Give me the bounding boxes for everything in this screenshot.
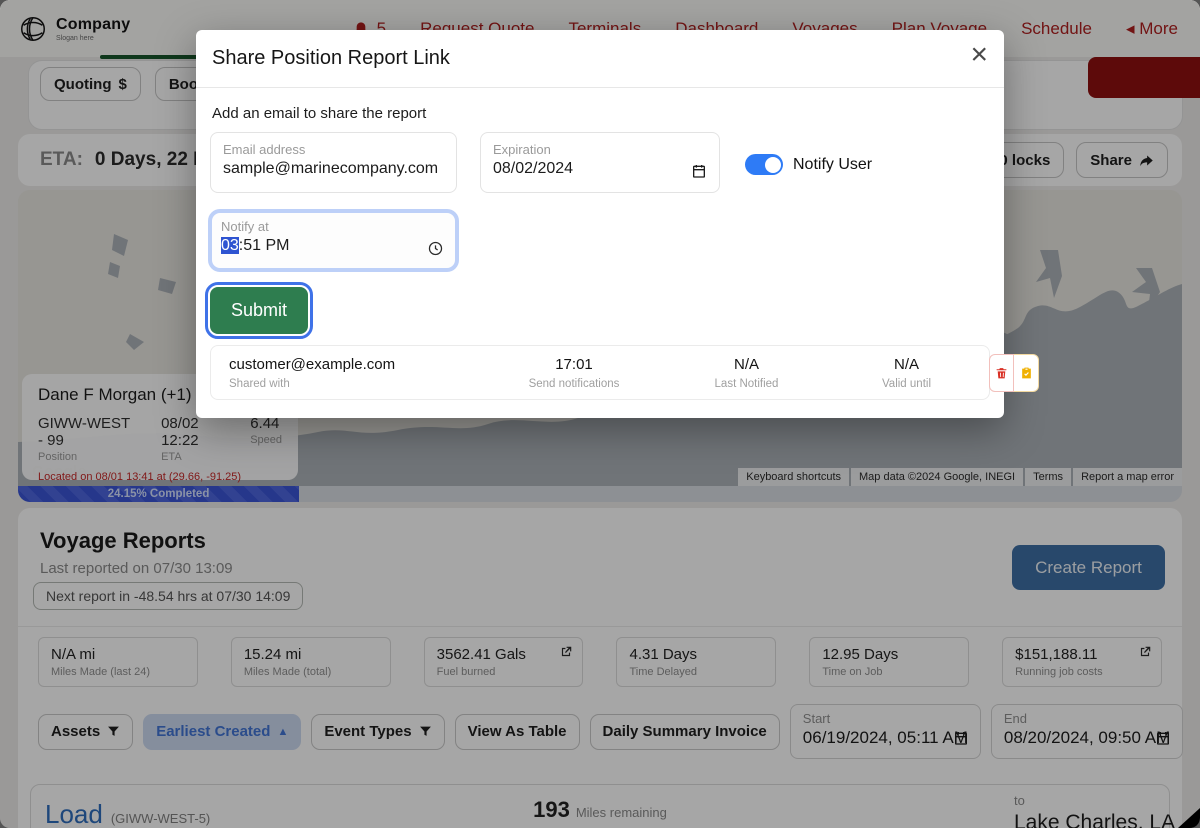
notify-user-toggle[interactable]	[745, 154, 783, 175]
email-field[interactable]: Email address sample@marinecompany.com	[210, 132, 457, 193]
page: Company Slogan here 5 Request Quote Term…	[0, 0, 1200, 828]
shared-email-row: customer@example.com Shared with 17:01 S…	[210, 345, 990, 400]
modal-title: Share Position Report Link	[212, 47, 450, 70]
time-hours-selected[interactable]: 03	[221, 237, 239, 254]
trash-icon	[995, 366, 1008, 380]
last-notified-cell: N/A Last Notified	[669, 356, 824, 390]
notify-at-field[interactable]: Notify at 03:51 PM	[208, 209, 459, 272]
valid-until-cell: N/A Valid until	[824, 356, 989, 390]
notify-user-row: Notify User	[745, 154, 872, 175]
clock-icon[interactable]	[427, 240, 444, 257]
delete-share-button[interactable]	[989, 354, 1014, 392]
share-position-report-modal: Share Position Report Link × Add an emai…	[196, 30, 1004, 418]
send-notifications-cell: 17:01 Send notifications	[479, 356, 669, 390]
notification-log-button[interactable]	[1014, 354, 1039, 392]
close-icon[interactable]: ×	[970, 40, 988, 70]
notify-user-label: Notify User	[793, 156, 872, 174]
modal-header: Share Position Report Link ×	[196, 30, 1004, 88]
time-rest[interactable]: :51 PM	[239, 237, 290, 254]
submit-button[interactable]: Submit	[210, 287, 308, 334]
calendar-icon[interactable]	[691, 163, 707, 179]
modal-subtitle: Add an email to share the report	[212, 105, 426, 122]
clipboard-check-icon	[1020, 366, 1033, 380]
shared-with-cell: customer@example.com Shared with	[229, 356, 479, 390]
expiration-field[interactable]: Expiration 08/02/2024	[480, 132, 720, 193]
